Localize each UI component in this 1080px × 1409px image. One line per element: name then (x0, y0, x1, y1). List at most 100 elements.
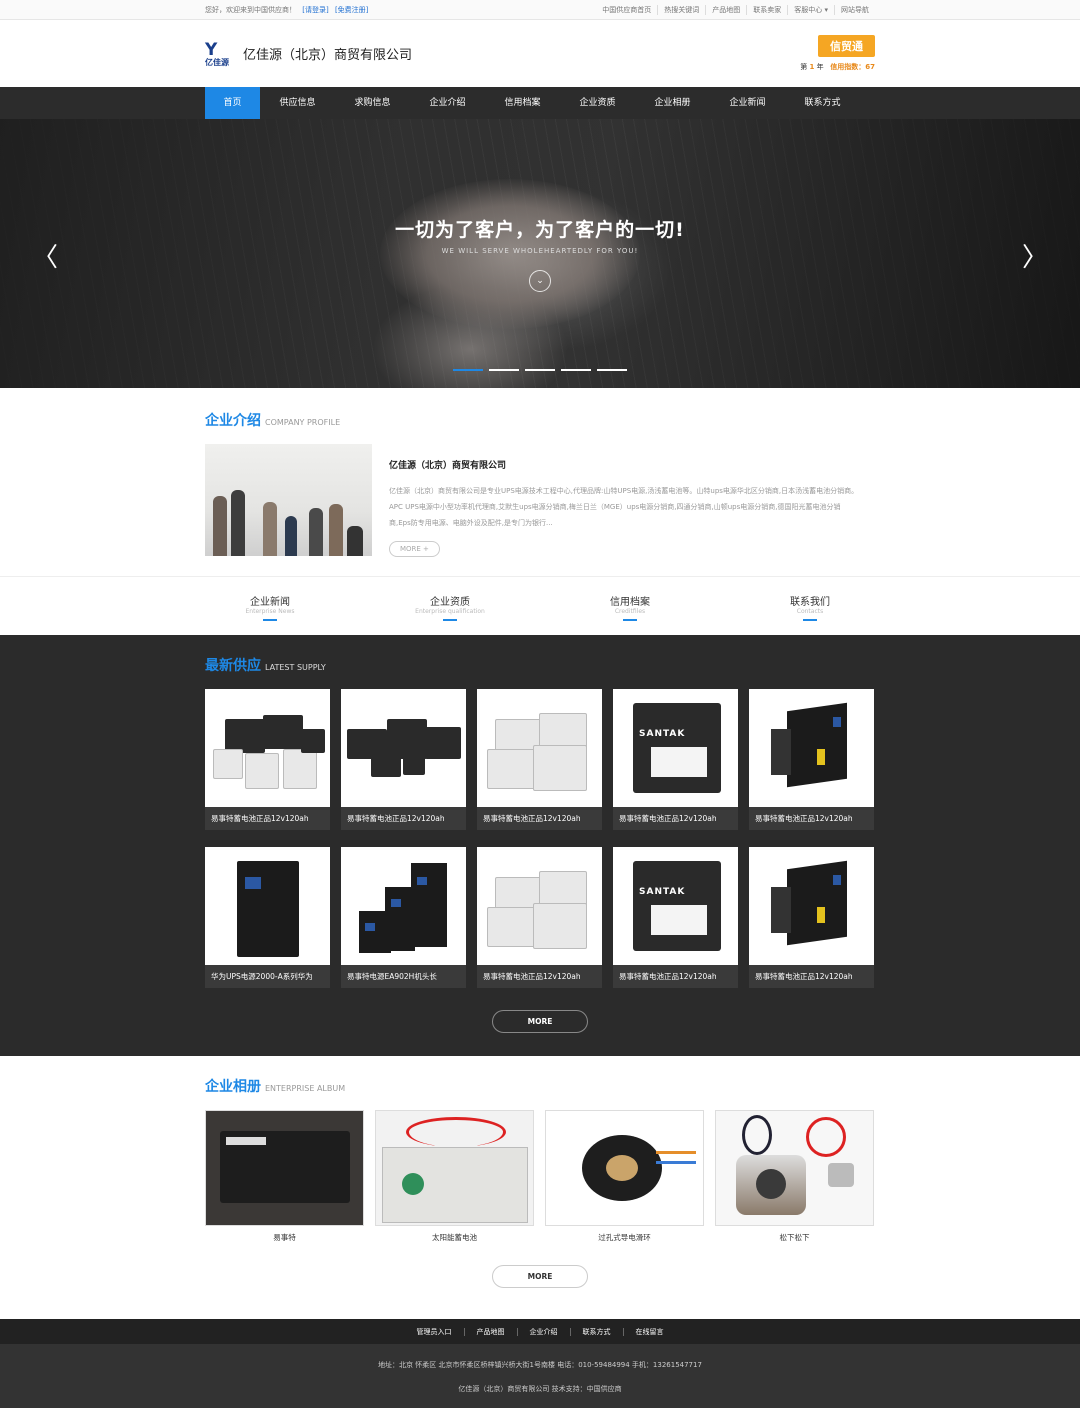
profile-company-name: 亿佳源（北京）商贸有限公司 (389, 461, 507, 471)
banner-pagination (453, 369, 633, 371)
nav-supply[interactable]: 供应信息 (260, 87, 335, 119)
header: Y 亿佳源 亿佳源（北京）商贸有限公司 信贸通 第 1 年 信用指数：67 (0, 20, 1080, 87)
nav-contact[interactable]: 联系方式 (785, 87, 860, 119)
banner-prev-icon[interactable]: 〈 (32, 237, 58, 274)
quick-link-credit[interactable]: 信用档案 Creditfiles (575, 593, 685, 621)
footer-link-contact[interactable]: 联系方式 (569, 1327, 623, 1336)
nav-about[interactable]: 企业介绍 (410, 87, 485, 119)
scroll-down-icon[interactable]: ⌄ (529, 270, 551, 292)
welcome-text: 您好，欢迎来到中国供应商！ (205, 6, 296, 14)
supply-title-cn: 最新供应 (205, 658, 261, 674)
footer-links: 管理员入口 产品地图 企业介绍 联系方式 在线留言 (0, 1319, 1080, 1344)
album-image (715, 1110, 874, 1226)
quick-link-underline (263, 619, 277, 621)
product-title: 易事特蓄电池正品12v120ah (477, 807, 602, 830)
album-image (205, 1110, 364, 1226)
profile-description: 亿佳源（北京）商贸有限公司是专业UPS电源技术工程中心,代理品牌:山特UPS电源… (389, 487, 859, 527)
quick-link-sublabel: Enterprise News (245, 608, 295, 615)
album-item[interactable]: 易事特 (205, 1110, 364, 1243)
footer-link-admin[interactable]: 管理员入口 (405, 1328, 464, 1336)
banner-dot-3[interactable] (525, 369, 555, 371)
top-link-contact-seller[interactable]: 联系卖家 (746, 5, 787, 15)
quick-link-news[interactable]: 企业新闻 Enterprise News (215, 593, 325, 621)
product-card[interactable]: 易事特蓄电池正品12v120ah (205, 689, 330, 830)
nav-credit[interactable]: 信用档案 (485, 87, 560, 119)
product-image (341, 689, 466, 807)
nav-news[interactable]: 企业新闻 (710, 87, 785, 119)
top-link-hot-keywords[interactable]: 热搜关键词 (657, 5, 705, 15)
product-card[interactable]: 易事特蓄电池正品12v120ah (477, 689, 602, 830)
top-link-home[interactable]: 中国供应商首页 (596, 5, 657, 15)
banner-dot-2[interactable] (489, 369, 519, 371)
product-title: 易事特蓄电池正品12v120ah (341, 807, 466, 830)
supply-more-button[interactable]: MORE (492, 1010, 588, 1033)
quick-link-underline (443, 619, 457, 621)
quick-link-contact[interactable]: 联系我们 Contacts (755, 593, 865, 621)
quick-link-label: 联系我们 (790, 597, 830, 608)
nav-album[interactable]: 企业相册 (635, 87, 710, 119)
footer-link-about[interactable]: 企业介绍 (516, 1327, 570, 1336)
quick-link-underline (803, 619, 817, 621)
banner-dot-5[interactable] (597, 369, 627, 371)
top-link-product-map[interactable]: 产品地图 (705, 5, 746, 15)
profile-more-button[interactable]: MORE + (389, 541, 440, 557)
product-title: 易事特蓄电池正品12v120ah (613, 807, 738, 830)
quick-link-underline (623, 619, 637, 621)
enterprise-album-section: 企业相册 ENTERPRISE ALBUM 易事特 太阳能蓄电池 过孔式导电滑环… (0, 1056, 1080, 1319)
product-card[interactable]: 易事特蓄电池正品12v120ah (341, 689, 466, 830)
banner-dot-1[interactable] (453, 369, 483, 371)
quick-links: 企业新闻 Enterprise News 企业资质 Enterprise qua… (0, 576, 1080, 635)
footer-link-product-map[interactable]: 产品地图 (463, 1327, 517, 1336)
product-title: 易事特蓄电池正品12v120ah (613, 965, 738, 988)
supply-grid: 易事特蓄电池正品12v120ah 易事特蓄电池正品12v120ah 易事特蓄电池… (205, 689, 875, 988)
product-card[interactable]: 易事特蓄电池正品12v120ah (477, 847, 602, 988)
main-nav: 首页 供应信息 求购信息 企业介绍 信用档案 企业资质 企业相册 企业新闻 联系… (0, 87, 1080, 119)
product-title: 易事特电源EA902H机头长 (341, 965, 466, 988)
product-card[interactable]: SANTAK 易事特蓄电池正品12v120ah (613, 847, 738, 988)
product-title: 易事特蓄电池正品12v120ah (749, 965, 874, 988)
album-caption: 太阳能蓄电池 (432, 1233, 477, 1242)
album-grid: 易事特 太阳能蓄电池 过孔式导电滑环 松下松下 (205, 1110, 875, 1243)
product-image: SANTAK (613, 847, 738, 965)
credit-line: 第 1 年 信用指数：67 (800, 62, 875, 72)
banner-dot-4[interactable] (561, 369, 591, 371)
top-link-service-center[interactable]: 客服中心 ▾ (787, 5, 834, 15)
nav-qualification[interactable]: 企业资质 (560, 87, 635, 119)
product-title: 易事特蓄电池正品12v120ah (205, 807, 330, 830)
product-card[interactable]: 易事特蓄电池正品12v120ah (749, 689, 874, 830)
company-profile-section: 企业介绍 COMPANY PROFILE 亿佳源（北京）商贸有限公司 亿佳源（北… (0, 388, 1080, 576)
santak-label: SANTAK (639, 887, 686, 897)
logo[interactable]: Y 亿佳源 亿佳源（北京）商贸有限公司 (205, 40, 412, 68)
year-number: 1 (809, 63, 815, 71)
quick-link-sublabel: Contacts (796, 608, 824, 615)
welcome-area: 您好，欢迎来到中国供应商！ [请登录] [免费注册] (205, 5, 372, 15)
xinmaotong-badge[interactable]: 信贸通 (818, 35, 875, 57)
nav-purchase[interactable]: 求购信息 (335, 87, 410, 119)
footer-link-message[interactable]: 在线留言 (622, 1327, 676, 1336)
top-bar: 您好，欢迎来到中国供应商！ [请登录] [免费注册] 中国供应商首页 热搜关键词… (0, 0, 1080, 20)
album-item[interactable]: 松下松下 (715, 1110, 874, 1243)
quick-link-qualification[interactable]: 企业资质 Enterprise qualification (395, 593, 505, 621)
album-image (375, 1110, 534, 1226)
banner-subtitle: WE WILL SERVE WHOLEHEARTEDLY FOR YOU! (441, 247, 639, 255)
product-card[interactable]: SANTAK 易事特蓄电池正品12v120ah (613, 689, 738, 830)
profile-title-cn: 企业介绍 (205, 413, 261, 429)
top-link-site-nav[interactable]: 网站导航 (834, 5, 875, 15)
supply-title-en: LATEST SUPPLY (265, 663, 326, 672)
profile-heading: 企业介绍 COMPANY PROFILE (205, 410, 875, 430)
album-heading: 企业相册 ENTERPRISE ALBUM (205, 1076, 875, 1096)
album-item[interactable]: 太阳能蓄电池 (375, 1110, 534, 1243)
footer-copyright: 亿佳源（北京）商贸有限公司 技术支持：中国供应商 (458, 1385, 622, 1393)
product-card[interactable]: 华为UPS电源2000-A系列华为 (205, 847, 330, 988)
nav-home[interactable]: 首页 (205, 87, 260, 119)
register-link[interactable]: [免费注册] (335, 6, 368, 14)
album-more-button[interactable]: MORE (492, 1265, 588, 1288)
hero-banner: 一切为了客户，为了客户的一切! WE WILL SERVE WHOLEHEART… (0, 119, 1080, 388)
office-photo[interactable] (205, 444, 372, 556)
quick-link-label: 企业资质 (430, 597, 470, 608)
album-item[interactable]: 过孔式导电滑环 (545, 1110, 704, 1243)
product-card[interactable]: 易事特电源EA902H机头长 (341, 847, 466, 988)
login-link[interactable]: [请登录] (302, 6, 328, 14)
banner-next-icon[interactable]: 〉 (1022, 237, 1048, 274)
product-card[interactable]: 易事特蓄电池正品12v120ah (749, 847, 874, 988)
